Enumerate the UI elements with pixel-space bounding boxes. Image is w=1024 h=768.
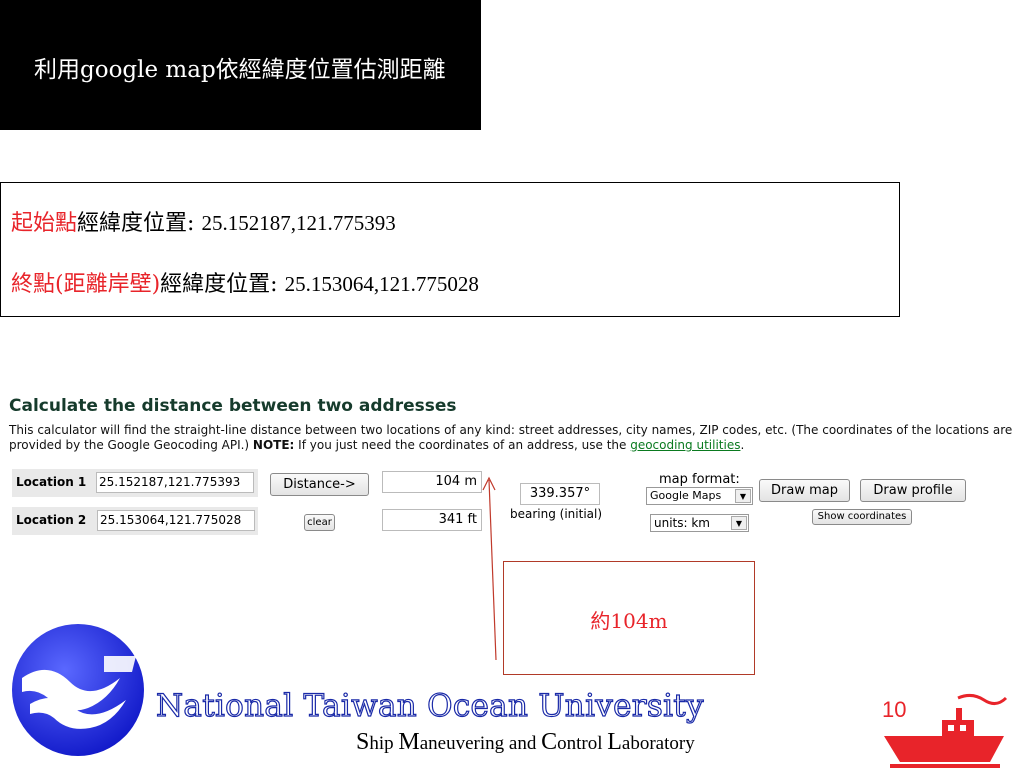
bearing-label: bearing (initial) <box>510 507 603 521</box>
coordinates-box: 起始點經緯度位置: 25.152187,121.775393 終點(距離岸壁)經… <box>0 182 900 317</box>
distance-meters-output[interactable]: 104 m <box>382 471 482 493</box>
calculator-description: This calculator will find the straight-l… <box>9 423 1021 453</box>
location1-input[interactable]: 25.152187,121.775393 <box>96 472 254 493</box>
start-value: 25.152187,121.775393 <box>201 211 396 235</box>
annotation-text: 約104m <box>590 609 668 633</box>
show-coordinates-button[interactable]: Show coordinates <box>812 509 912 525</box>
location2-panel: Location 2 25.153064,121.775028 <box>12 507 258 535</box>
description-end: . <box>740 438 745 452</box>
university-logo-icon <box>12 624 144 756</box>
lab-cap-l: L <box>607 729 622 755</box>
location2-input[interactable]: 25.153064,121.775028 <box>97 510 255 531</box>
location1-panel: Location 1 25.152187,121.775393 <box>12 469 258 497</box>
start-coordinate-line: 起始點經緯度位置: 25.152187,121.775393 <box>11 205 396 237</box>
start-label-red: 起始點 <box>11 211 78 236</box>
calculator-heading: Calculate the distance between two addre… <box>9 396 457 416</box>
end-value: 25.153064,121.775028 <box>284 272 479 296</box>
map-format-label: map format: <box>659 472 740 487</box>
geocoding-utilities-link[interactable]: geocoding utilities <box>630 438 740 452</box>
start-label: 經緯度位置: <box>77 211 195 236</box>
end-label: 經緯度位置: <box>160 272 278 297</box>
annotation-box: 約104m <box>503 561 755 675</box>
distance-feet-output[interactable]: 341 ft <box>382 509 482 531</box>
slide-title: 利用google map依經緯度位置估測距離 <box>34 57 446 83</box>
lab-name: Ship Maneuvering and Control Laboratory <box>356 729 695 756</box>
lab-cap-c: C <box>541 729 558 755</box>
distance-calculator: Calculate the distance between two addre… <box>0 390 1024 560</box>
distance-button[interactable]: Distance-> <box>270 473 369 496</box>
lab-text-aboratory: aboratory <box>621 733 695 754</box>
note-label: NOTE: <box>252 438 295 452</box>
location2-label: Location 2 <box>16 513 87 527</box>
lab-cap-m: M <box>398 729 420 755</box>
bearing-output[interactable]: 339.357° <box>520 483 600 505</box>
slide-title-box: 利用google map依經緯度位置估測距離 <box>0 0 481 130</box>
draw-map-button[interactable]: Draw map <box>759 479 850 502</box>
end-coordinate-line: 終點(距離岸壁)經緯度位置: 25.153064,121.775028 <box>11 266 479 298</box>
chevron-down-icon: ▼ <box>735 489 751 503</box>
lab-text-ontrol: ontrol <box>557 733 608 754</box>
location1-label: Location 1 <box>16 475 87 489</box>
university-name: National Taiwan Ocean University <box>155 687 704 724</box>
units-select[interactable]: units: km ▼ <box>650 514 749 532</box>
clear-button[interactable]: clear <box>304 514 335 531</box>
lab-text-hip: hip <box>369 733 399 754</box>
draw-profile-button[interactable]: Draw profile <box>860 479 966 502</box>
units-selected: units: km <box>654 516 710 530</box>
end-label-red: 終點(距離岸壁) <box>11 272 161 297</box>
page-number: 10 <box>882 697 907 722</box>
lab-cap-s: S <box>356 729 370 755</box>
lab-text-aneuvering: aneuvering and <box>419 733 542 754</box>
chevron-down-icon: ▼ <box>731 516 747 530</box>
map-format-select[interactable]: Google Maps ▼ <box>646 487 753 505</box>
description-suffix: If you just need the coordinates of an a… <box>294 438 631 452</box>
map-format-selected: Google Maps <box>650 489 722 502</box>
